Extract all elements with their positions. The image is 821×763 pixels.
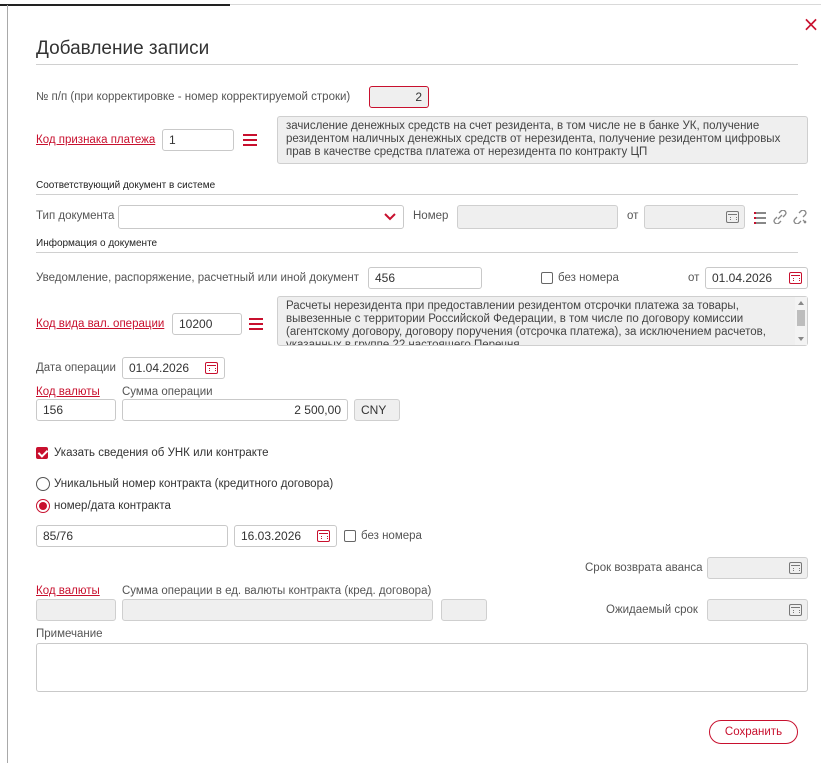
chevron-down-icon[interactable]: [384, 212, 396, 222]
notice-no-number-label: без номера: [558, 272, 619, 284]
contract-amount-label: Сумма операции в ед. валюты контракта (к…: [122, 585, 432, 597]
contract-number-radio[interactable]: [36, 499, 50, 513]
currency-code-value: 156: [43, 403, 64, 417]
notice-value: 456: [375, 271, 396, 285]
doc-list-icon[interactable]: [754, 212, 768, 224]
contract-number-input[interactable]: 85/76: [36, 525, 228, 547]
note-label: Примечание: [36, 628, 103, 640]
contract-currency-name-field: [441, 599, 487, 621]
notice-date-value: 01.04.2026: [712, 271, 773, 285]
payment-code-list-icon[interactable]: [243, 134, 257, 146]
expected-term-label: Ожидаемый срок: [606, 604, 698, 616]
payment-code-description: зачисление денежных средств на счет рези…: [277, 116, 808, 164]
notice-date-label: от: [688, 272, 700, 284]
advance-label: Срок возврата аванса: [585, 562, 703, 574]
amount-label: Сумма операции: [122, 386, 213, 398]
currency-code-input[interactable]: 156: [36, 399, 116, 421]
contract-date-value: 16.03.2026: [241, 529, 302, 543]
row-number-value: 2: [415, 90, 422, 104]
doc-info-section-title: Информация о документе: [36, 238, 158, 249]
operation-code-description: Расчеты нерезидента при предоставлении р…: [277, 296, 808, 346]
link-icon[interactable]: [773, 210, 787, 224]
unk-checkbox[interactable]: [36, 447, 48, 459]
operation-date-label: Дата операции: [36, 362, 116, 374]
unk-checkbox-label: Указать сведения об УНК или контракте: [54, 447, 269, 459]
system-doc-section-title: Соответствующий документ в системе: [36, 180, 216, 191]
close-icon[interactable]: ×: [801, 14, 821, 34]
currency-code-link[interactable]: Код валюты: [36, 386, 100, 398]
operation-code-input[interactable]: 10200: [172, 313, 242, 335]
doc-type-label: Тип документа: [36, 210, 115, 222]
calendar-icon[interactable]: [205, 362, 218, 374]
calendar-icon[interactable]: [789, 562, 802, 574]
calendar-icon[interactable]: [317, 530, 330, 542]
notice-input[interactable]: 456: [368, 267, 482, 289]
unique-number-radio-label: Уникальный номер контракта (кредитного д…: [54, 478, 334, 490]
contract-no-number-checkbox[interactable]: [344, 530, 356, 542]
contract-currency-code-input[interactable]: [36, 599, 116, 621]
unique-number-radio[interactable]: [36, 477, 50, 491]
calendar-icon[interactable]: [789, 272, 802, 284]
calendar-icon[interactable]: [789, 604, 802, 616]
currency-name-field: CNY: [354, 399, 400, 421]
contract-amount-input[interactable]: [122, 599, 433, 621]
dialog-left-border: [7, 5, 8, 763]
payment-code-value: 1: [169, 133, 176, 147]
doc-type-select[interactable]: [118, 205, 404, 229]
contract-no-number-label: без номера: [361, 530, 422, 542]
contract-number-radio-label: номер/дата контракта: [54, 500, 171, 512]
doc-info-divider: [36, 252, 798, 253]
unlink-icon[interactable]: [793, 210, 807, 224]
dialog-title: Добавление записи: [36, 38, 210, 59]
title-divider: [36, 64, 798, 65]
description-scrollbar[interactable]: [795, 297, 807, 345]
amount-value: 2 500,00: [294, 403, 341, 417]
dialog-top-accent: [0, 4, 230, 6]
system-doc-divider: [36, 194, 798, 195]
operation-date-value: 01.04.2026: [129, 361, 190, 375]
amount-input[interactable]: 2 500,00: [122, 399, 348, 421]
row-number-field[interactable]: 2: [369, 86, 429, 108]
operation-code-value: 10200: [179, 317, 213, 331]
contract-number-value: 85/76: [43, 529, 74, 543]
doc-number-input[interactable]: [457, 205, 618, 229]
doc-number-label: Номер: [413, 210, 449, 222]
calendar-icon[interactable]: [726, 211, 739, 223]
contract-currency-code-link[interactable]: Код валюты: [36, 585, 100, 597]
doc-date-label: от: [627, 210, 639, 222]
currency-name-value: CNY: [361, 403, 387, 417]
notice-no-number-checkbox[interactable]: [541, 272, 553, 284]
notice-label: Уведомление, распоряжение, расчетный или…: [36, 272, 360, 284]
operation-code-list-icon[interactable]: [249, 318, 263, 330]
operation-code-link[interactable]: Код вида вал. операции: [36, 318, 164, 330]
row-number-label: № п/п (при корректировке - номер коррект…: [36, 91, 351, 103]
note-textarea[interactable]: [36, 643, 808, 692]
payment-code-link[interactable]: Код признака платежа: [36, 134, 155, 146]
payment-code-input[interactable]: 1: [162, 129, 234, 151]
save-button[interactable]: Сохранить: [709, 720, 798, 744]
